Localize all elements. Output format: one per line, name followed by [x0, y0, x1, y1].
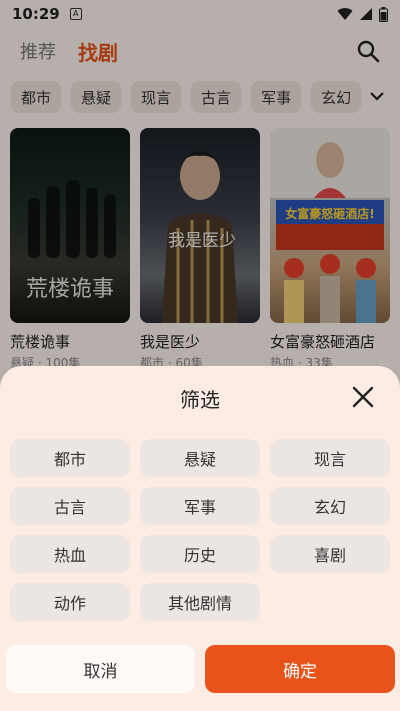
confirm-button[interactable]: 确定 [205, 645, 395, 693]
filter-option-grid: 都市 悬疑 现言 古言 军事 玄幻 热血 历史 喜剧 动作 其他剧情 [10, 439, 390, 621]
filter-option[interactable]: 都市 [10, 439, 130, 477]
filter-option[interactable]: 喜剧 [270, 535, 390, 573]
filter-option[interactable]: 古言 [10, 487, 130, 525]
filter-option[interactable]: 玄幻 [270, 487, 390, 525]
filter-option[interactable]: 现言 [270, 439, 390, 477]
filter-option[interactable]: 历史 [140, 535, 260, 573]
filter-option[interactable]: 热血 [10, 535, 130, 573]
close-icon[interactable] [352, 386, 374, 408]
cancel-button[interactable]: 取消 [6, 645, 195, 693]
filter-option[interactable]: 军事 [140, 487, 260, 525]
filter-option[interactable]: 悬疑 [140, 439, 260, 477]
filter-sheet-title: 筛选 [180, 388, 220, 412]
filter-option[interactable]: 动作 [10, 583, 130, 621]
filter-sheet: 筛选 都市 悬疑 现言 古言 军事 玄幻 热血 历史 喜剧 动作 其他剧情 取消… [0, 366, 400, 711]
filter-option[interactable]: 其他剧情 [140, 583, 260, 621]
